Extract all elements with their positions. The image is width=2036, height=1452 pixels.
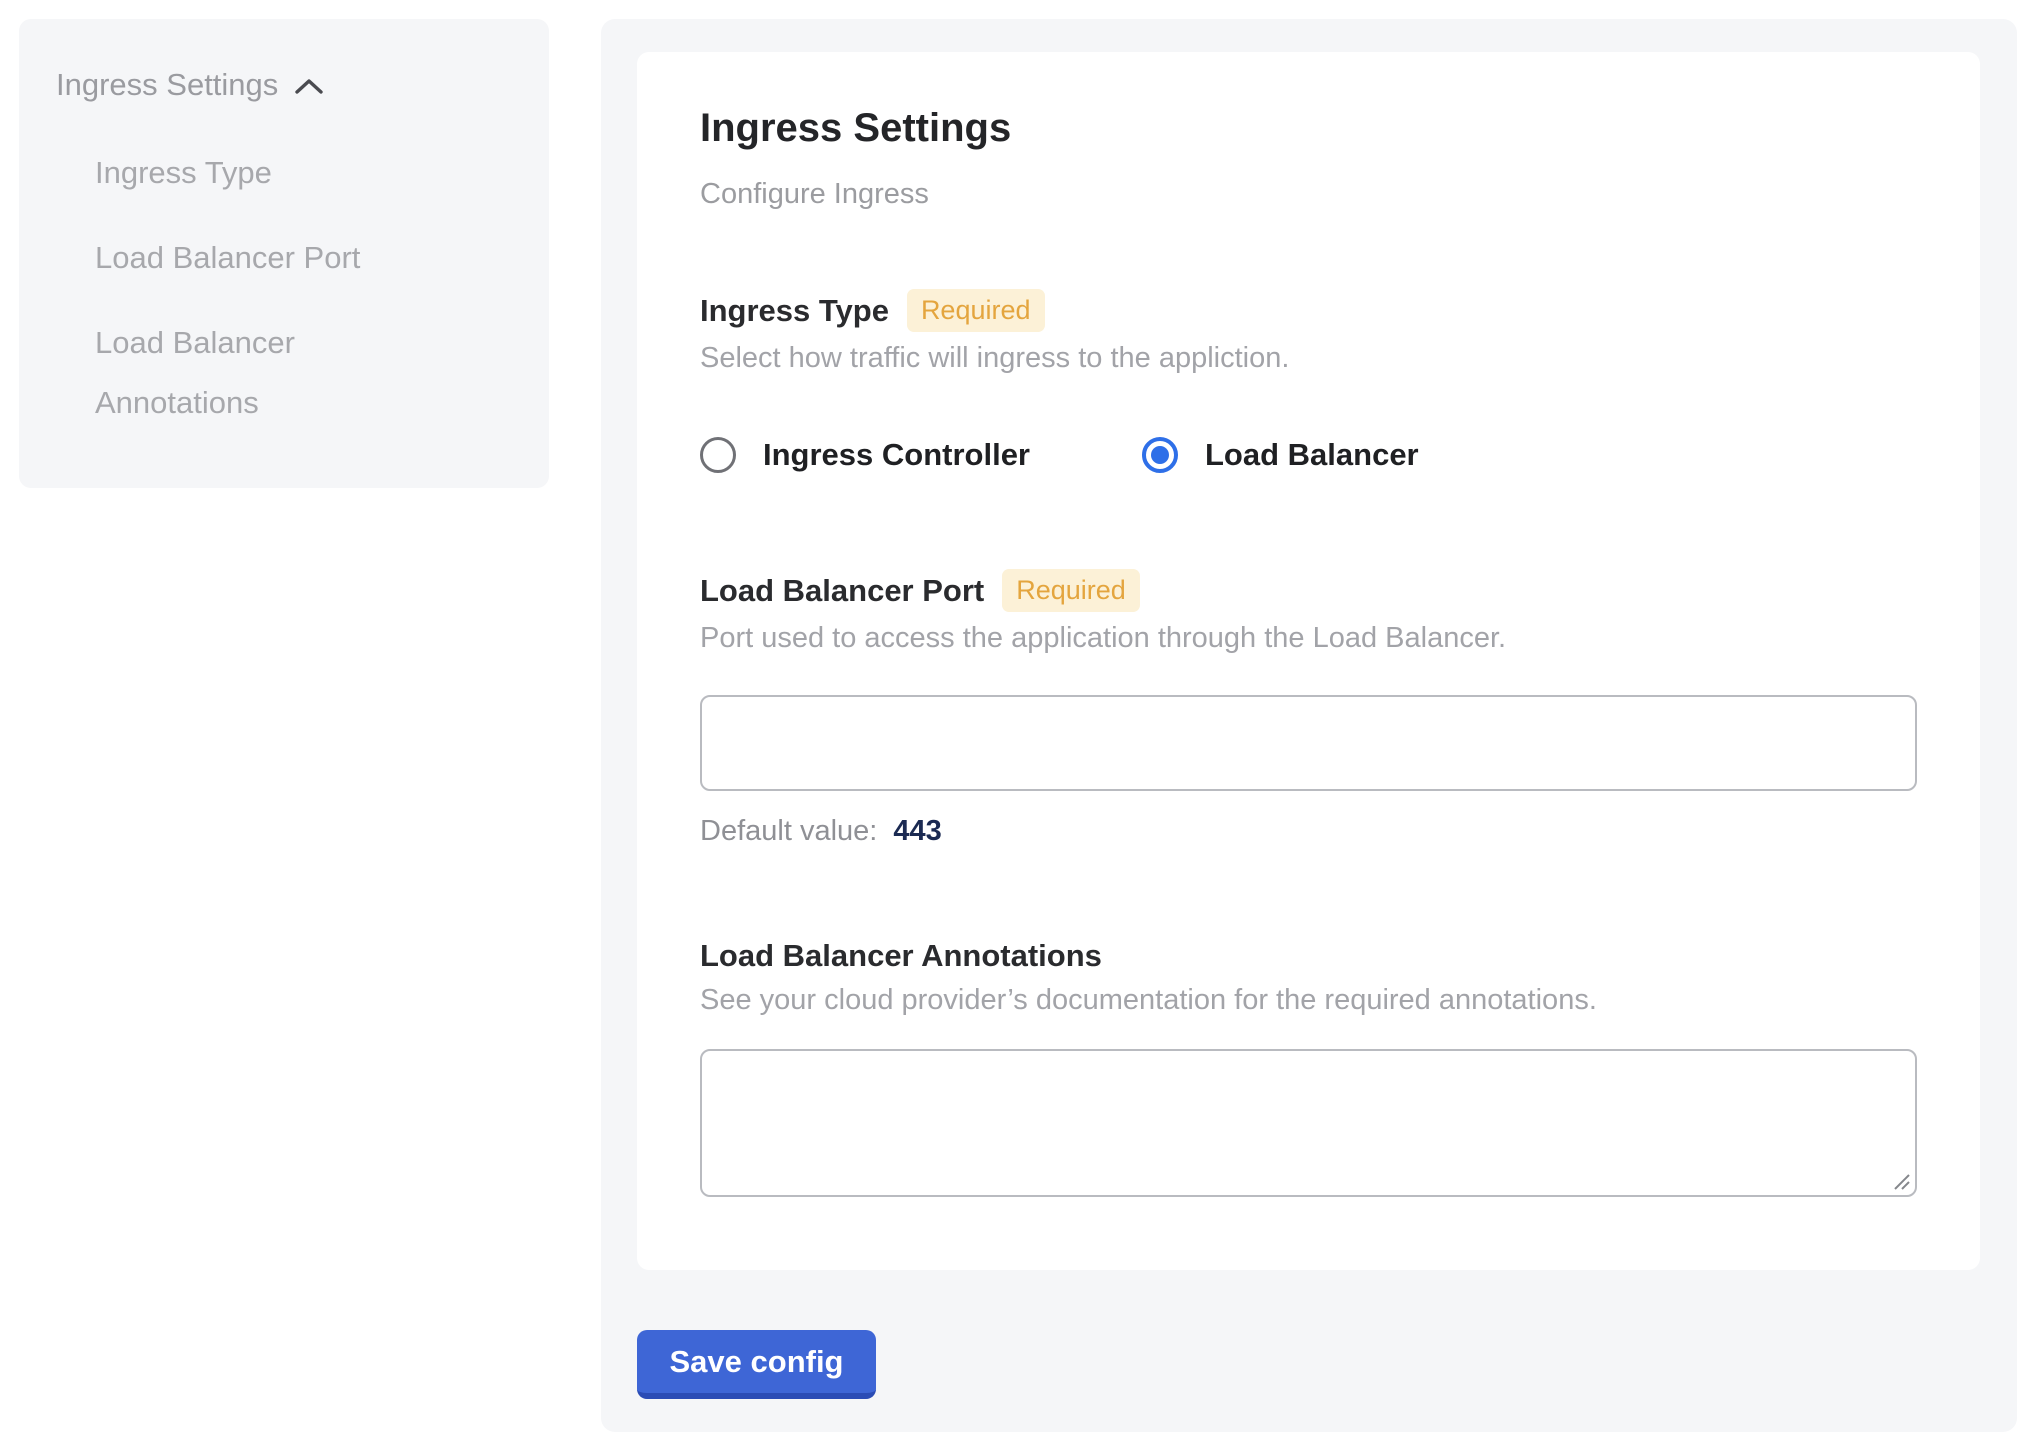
chevron-up-icon — [294, 78, 324, 96]
radio-option-ingress-controller[interactable]: Ingress Controller — [700, 437, 1030, 473]
ingress-type-description: Select how traffic will ingress to the a… — [700, 342, 1917, 375]
settings-sidebar: Ingress Settings Ingress Type Load Balan… — [19, 19, 549, 488]
load-balancer-annotations-section: Load Balancer Annotations See your cloud… — [700, 938, 1917, 1197]
load-balancer-annotations-label: Load Balancer Annotations — [700, 938, 1102, 974]
load-balancer-port-label: Load Balancer Port — [700, 573, 984, 609]
load-balancer-annotations-textarea[interactable] — [700, 1049, 1917, 1197]
ingress-type-label: Ingress Type — [700, 293, 889, 329]
ingress-settings-card: Ingress Settings Configure Ingress Ingre… — [637, 52, 1980, 1270]
sidebar-item-ingress-type[interactable]: Ingress Type — [95, 143, 425, 203]
default-value-row: Default value: 443 — [700, 815, 1917, 848]
ingress-type-section: Ingress Type Required Select how traffic… — [700, 289, 1917, 473]
radio-button-selected[interactable] — [1142, 437, 1178, 473]
resize-handle-icon[interactable] — [1892, 1172, 1912, 1192]
page-title: Ingress Settings — [700, 104, 1917, 152]
required-badge: Required — [1002, 569, 1140, 612]
load-balancer-port-input[interactable] — [700, 695, 1917, 791]
radio-option-load-balancer[interactable]: Load Balancer — [1142, 437, 1419, 473]
sidebar-item-load-balancer-port[interactable]: Load Balancer Port — [95, 228, 425, 288]
load-balancer-annotations-description: See your cloud provider’s documentation … — [700, 984, 1917, 1017]
ingress-type-radio-group: Ingress Controller Load Balancer — [700, 437, 1917, 473]
radio-dot — [1151, 446, 1169, 464]
required-badge: Required — [907, 289, 1045, 332]
load-balancer-port-section: Load Balancer Port Required Port used to… — [700, 569, 1917, 848]
ingress-settings-panel: Ingress Settings Configure Ingress Ingre… — [601, 19, 2017, 1432]
radio-label-load-balancer: Load Balancer — [1205, 437, 1419, 473]
radio-button-unselected[interactable] — [700, 437, 736, 473]
load-balancer-port-description: Port used to access the application thro… — [700, 622, 1917, 655]
default-value: 443 — [893, 815, 941, 847]
default-value-label: Default value: — [700, 815, 877, 847]
sidebar-section-list: Ingress Type Load Balancer Port Load Bal… — [95, 143, 425, 433]
page-subtitle: Configure Ingress — [700, 178, 1917, 211]
sidebar-group-label: Ingress Settings — [56, 67, 278, 103]
sidebar-item-load-balancer-annotations[interactable]: Load Balancer Annotations — [95, 313, 425, 433]
save-config-button[interactable]: Save config — [637, 1330, 876, 1399]
radio-label-ingress-controller: Ingress Controller — [763, 437, 1030, 473]
sidebar-group-ingress-settings[interactable]: Ingress Settings — [56, 66, 549, 104]
